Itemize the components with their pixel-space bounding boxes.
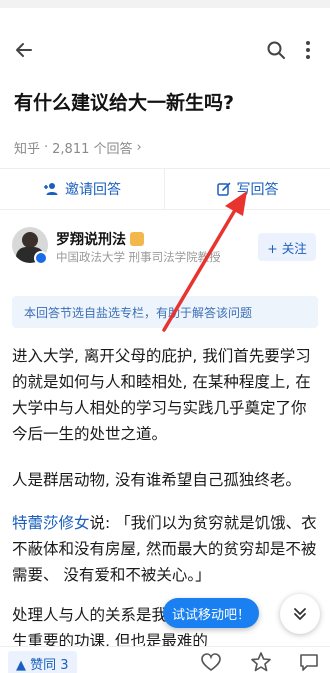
add-user-icon [44,183,58,195]
double-chevron-down-icon [294,608,306,620]
source-label: 知乎 [14,142,41,157]
search-icon [267,41,285,59]
search-button[interactable] [258,28,294,72]
hint-bubble[interactable]: 试试移动吧！ [163,598,259,628]
invite-answer-button[interactable]: 邀请回答 [0,169,165,209]
question-actions: 邀请回答 写回答 [0,168,330,210]
verified-icon [34,251,48,265]
answer-paragraph-3: 特蕾莎修女说: 「我们以为贫穷就是饥饿、衣不蔽体和没有房屋, 然而最大的贫穷却是… [12,510,320,588]
wiki-link[interactable]: 特蕾莎修女 [12,514,90,532]
author-name: 罗翔说刑法 [56,232,126,248]
more-button[interactable] [290,28,326,72]
author-description: 中国政法大学 刑事司法学院教授 [56,250,221,264]
question-title: 有什么建议给大一新生吗? [14,92,235,114]
separator: · [44,140,49,155]
write-answer-button[interactable]: 写回答 [165,169,330,209]
creator-badge-icon [130,232,144,246]
top-bar [0,28,330,72]
column-notice[interactable]: 本回答节选自盐选专栏，有助于解答该问题 [12,296,318,328]
chevron-right-icon: › [136,140,142,155]
answer-paragraph-1: 进入大学, 离开父母的庇护, 我们首先要学习的就是如何与人和睦相处, 在某种程度… [12,347,311,443]
arrow-left-icon [16,43,32,57]
edit-icon [216,182,230,196]
question-meta[interactable]: 知乎 · 2,811 个回答 › [14,138,142,157]
answer-count: 2,811 个回答 [52,142,133,157]
answer-paragraph-2: 人是群居动物, 没有谁希望自己孤独终老。 [12,471,301,489]
invite-answer-label: 邀请回答 [65,182,121,198]
bottom-bar: ▲ 赞同 3 [0,646,330,673]
scroll-down-button[interactable] [280,594,320,634]
author-card: 罗翔说刑法 中国政法大学 刑事司法学院教授 + 关注 [12,227,322,271]
heart-icon[interactable] [200,651,222,673]
vote-button[interactable]: ▲ 赞同 3 [8,651,77,673]
more-vertical-icon [306,41,310,59]
status-bar [0,0,330,8]
back-button[interactable] [6,28,42,72]
follow-button[interactable]: + 关注 [258,233,316,261]
comment-icon[interactable] [298,651,320,673]
author-name-row[interactable]: 罗翔说刑法 [56,229,144,249]
avatar-head [22,232,38,248]
star-icon[interactable] [250,651,272,673]
write-answer-label: 写回答 [236,182,279,198]
